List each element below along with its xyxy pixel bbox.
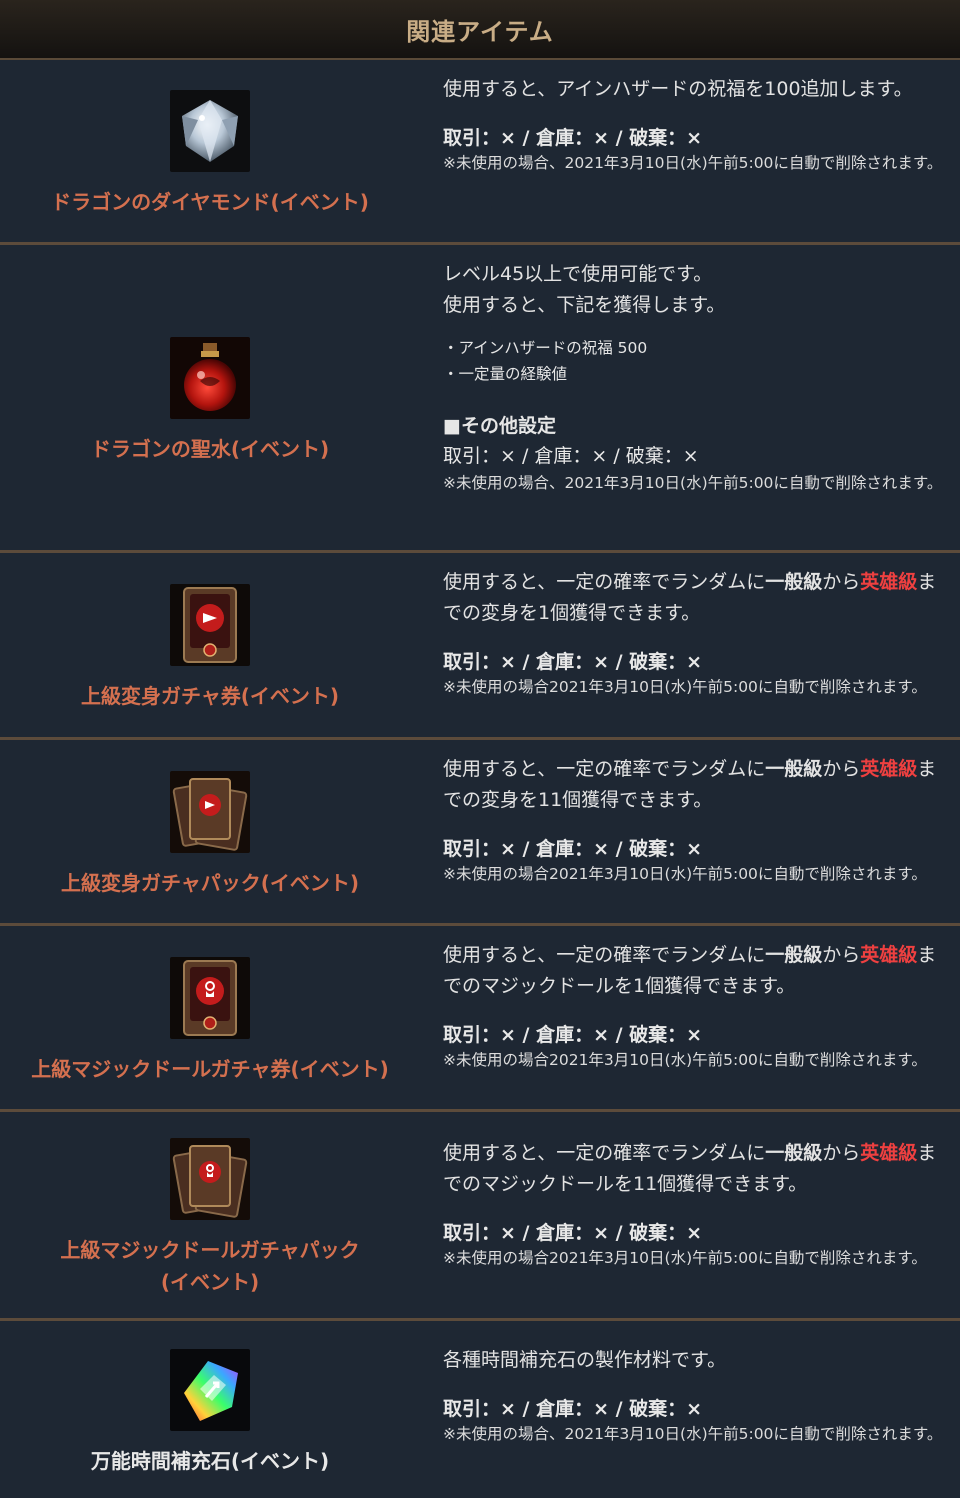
grade-hero: 英雄級 <box>860 1142 918 1164</box>
item-cell: 万能時間補充石(イベント) <box>0 1321 430 1498</box>
item-detail: レベル45以上で使用可能です。 使用すると、下記を獲得します。 ・アインハザード… <box>430 245 960 550</box>
desc-text: 使用すると、一定の確率でランダムに <box>443 571 766 593</box>
trade-info: 取引：× / 倉庫：× / 破棄：× <box>443 838 703 860</box>
deletion-note: ※未使用の場合2021年3月10日(水)午前5:00に自動で削除されます。 <box>443 1249 927 1267</box>
grade-normal: 一般級 <box>765 1142 823 1164</box>
list-item: ・アインハザードの祝福 500 <box>443 339 648 357</box>
desc-text: 使用すると、一定の確率でランダムに <box>443 758 766 780</box>
item-cell: 上級マジックドールガチャパック (イベント) <box>0 1112 430 1318</box>
item-cell: 上級変身ガチャ券(イベント) <box>0 553 430 737</box>
item-detail: 使用すると、一定の確率でランダムに一般級から英雄級までのマジックドールを11個獲… <box>430 1112 960 1318</box>
item-detail: 使用すると、一定の確率でランダムに一般級から英雄級までのマジックドールを1個獲得… <box>430 926 960 1109</box>
item-row: ドラゴンの聖水(イベント) レベル45以上で使用可能です。 使用すると、下記を獲… <box>0 245 960 553</box>
item-cell: 上級マジックドールガチャ券(イベント) <box>0 926 430 1109</box>
grade-hero: 英雄級 <box>860 758 918 780</box>
item-description: 使用すると、一定の確率でランダムに一般級から英雄級までのマジックドールを11個獲… <box>443 1138 946 1200</box>
item-name: ドラゴンのダイヤモンド(イベント) <box>51 190 369 214</box>
desc-line: 使用すると、下記を獲得します。 <box>443 294 726 316</box>
item-description: 使用すると、一定の確率でランダムに一般級から英雄級までのマジックドールを1個獲得… <box>443 940 946 1002</box>
item-name-line: (イベント) <box>160 1270 260 1294</box>
holy-water-potion-icon <box>170 336 250 419</box>
diamond-icon <box>170 90 250 172</box>
magic-doll-pack-icon <box>170 1138 250 1220</box>
desc-line: レベル45以上で使用可能です。 <box>443 263 713 285</box>
grade-hero: 英雄級 <box>860 944 918 966</box>
item-name: 上級マジックドールガチャ券(イベント) <box>31 1056 389 1081</box>
item-description: レベル45以上で使用可能です。 使用すると、下記を獲得します。 <box>443 259 946 321</box>
item-description: 使用すると、一定の確率でランダムに一般級から英雄級までの変身を11個獲得できます… <box>443 754 946 816</box>
trade-info: 取引：× / 倉庫：× / 破棄：× <box>443 1024 703 1046</box>
grade-normal: 一般級 <box>765 944 823 966</box>
item-name: 上級マジックドールガチャパック (イベント) <box>60 1234 359 1298</box>
list-item: ・一定量の経験値 <box>443 365 568 383</box>
trade-info: 取引：× / 倉庫：× / 破棄：× <box>443 651 703 673</box>
transform-pack-icon <box>170 770 250 853</box>
trade-info: 取引：× / 倉庫：× / 破棄：× <box>443 127 703 149</box>
item-row: 万能時間補充石(イベント) 各種時間補充石の製作材料です。 取引：× / 倉庫：… <box>0 1321 960 1498</box>
item-detail: 使用すると、アインハザードの祝福を100追加します。 取引：× / 倉庫：× /… <box>430 60 960 242</box>
item-row: 上級変身ガチャ券(イベント) 使用すると、一定の確率でランダムに一般級から英雄級… <box>0 553 960 740</box>
desc-text: から <box>822 944 861 966</box>
trade-info: 取引：× / 倉庫：× / 破棄：× <box>443 1398 703 1420</box>
grade-normal: 一般級 <box>765 571 823 593</box>
item-name: 上級変身ガチャパック(イベント) <box>60 870 360 895</box>
deletion-note: ※未使用の場合2021年3月10日(水)午前5:00に自動で削除されます。 <box>443 1051 927 1069</box>
grade-normal: 一般級 <box>765 758 823 780</box>
item-cell: ドラゴンの聖水(イベント) <box>0 245 430 550</box>
item-name: ドラゴンの聖水(イベント) <box>90 436 330 461</box>
magic-doll-ticket-icon <box>170 956 250 1039</box>
desc-text: 使用すると、一定の確率でランダムに <box>443 944 766 966</box>
item-row: ドラゴンのダイヤモンド(イベント) 使用すると、アインハザードの祝福を100追加… <box>0 60 960 245</box>
item-description: 各種時間補充石の製作材料です。 <box>443 1349 727 1371</box>
deletion-note: ※未使用の場合、2021年3月10日(水)午前5:00に自動で削除されます。 <box>443 154 943 172</box>
item-detail: 使用すると、一定の確率でランダムに一般級から英雄級までの変身を11個獲得できます… <box>430 740 960 923</box>
item-name: 上級変身ガチャ券(イベント) <box>80 684 340 708</box>
item-name: 万能時間補充石(イベント) <box>90 1448 330 1473</box>
section-header: 関連アイテム <box>0 0 960 60</box>
grade-hero: 英雄級 <box>860 571 918 593</box>
trade-info: 取引：× / 倉庫：× / 破棄：× <box>443 1222 703 1244</box>
other-settings-title: ■その他設定 <box>443 415 556 437</box>
reward-list: ・アインハザードの祝福 500 ・一定量の経験値 <box>443 335 946 387</box>
transform-ticket-icon <box>170 584 250 666</box>
deletion-note: ※未使用の場合2021年3月10日(水)午前5:00に自動で削除されます。 <box>443 865 927 883</box>
item-cell: ドラゴンのダイヤモンド(イベント) <box>0 60 430 242</box>
item-row: 上級マジックドールガチャ券(イベント) 使用すると、一定の確率でランダムに一般級… <box>0 926 960 1112</box>
item-description: 使用すると、アインハザードの祝福を100追加します。 <box>443 78 913 100</box>
deletion-note: ※未使用の場合、2021年3月10日(水)午前5:00に自動で削除されます。 <box>443 1425 943 1443</box>
item-row: 上級変身ガチャパック(イベント) 使用すると、一定の確率でランダムに一般級から英… <box>0 740 960 926</box>
rainbow-crystal-icon <box>170 1348 250 1431</box>
desc-text: から <box>822 571 861 593</box>
desc-text: から <box>822 758 861 780</box>
desc-text: から <box>822 1142 861 1164</box>
deletion-note: ※未使用の場合2021年3月10日(水)午前5:00に自動で削除されます。 <box>443 678 927 696</box>
item-row: 上級マジックドールガチャパック (イベント) 使用すると、一定の確率でランダムに… <box>0 1112 960 1321</box>
item-cell: 上級変身ガチャパック(イベント) <box>0 740 430 923</box>
deletion-note: ※未使用の場合、2021年3月10日(水)午前5:00に自動で削除されます。 <box>443 474 943 492</box>
item-detail: 各種時間補充石の製作材料です。 取引：× / 倉庫：× / 破棄：× ※未使用の… <box>430 1321 960 1498</box>
desc-text: 使用すると、一定の確率でランダムに <box>443 1142 766 1164</box>
section-title: 関連アイテム <box>406 17 554 46</box>
item-detail: 使用すると、一定の確率でランダムに一般級から英雄級までの変身を1個獲得できます。… <box>430 553 960 737</box>
item-name-line: 上級マジックドールガチャパック <box>60 1238 360 1262</box>
item-description: 使用すると、一定の確率でランダムに一般級から英雄級までの変身を1個獲得できます。 <box>443 567 946 629</box>
trade-info: 取引：× / 倉庫：× / 破棄：× <box>443 445 699 467</box>
